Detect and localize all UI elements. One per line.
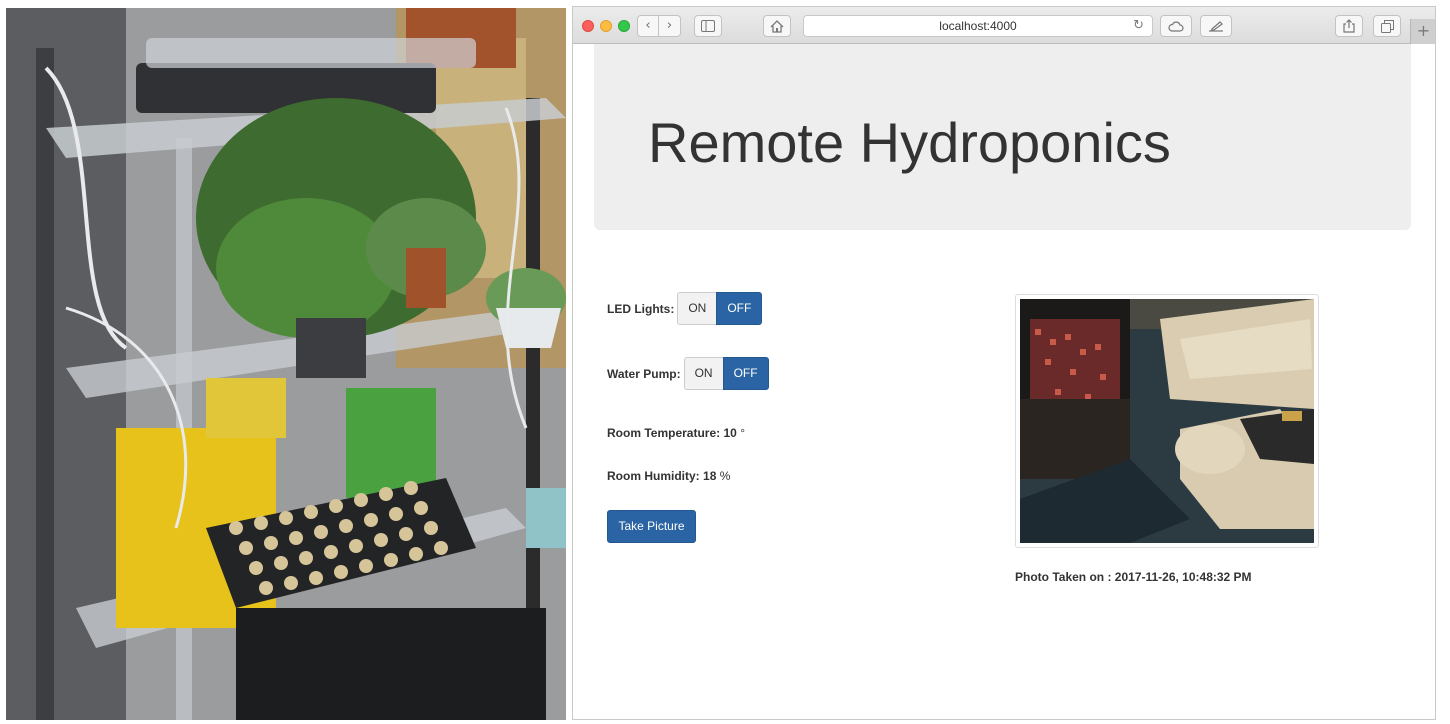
photo-taken-timestamp: Photo Taken on : 2017-11-26, 10:48:32 PM — [1015, 570, 1252, 584]
camera-snapshot — [1015, 294, 1319, 548]
back-icon[interactable]: ‹ — [637, 15, 659, 37]
photo-taken-label: Photo Taken on : — [1015, 570, 1112, 584]
led-lights-label: LED Lights: — [607, 301, 675, 316]
minimize-window-button[interactable] — [600, 20, 612, 32]
room-humidity-unit: % — [719, 469, 731, 483]
home-icon[interactable] — [763, 15, 791, 37]
edit-glyph — [1209, 21, 1223, 32]
led-lights-off-button[interactable]: OFF — [716, 292, 763, 325]
address-bar[interactable]: localhost:4000 ↻ — [803, 15, 1153, 37]
room-humidity-label: Room Humidity: — [607, 469, 700, 483]
close-window-button[interactable] — [582, 20, 594, 32]
room-humidity: Room Humidity: 18 % — [607, 469, 730, 483]
header-jumbotron: Remote Hydroponics — [594, 44, 1411, 230]
hydroponics-rack-photo — [6, 8, 566, 720]
page-title: Remote Hydroponics — [648, 111, 1171, 174]
sidebar-icon[interactable] — [694, 15, 722, 37]
led-lights-control: LED Lights: ON OFF — [607, 292, 763, 325]
take-picture-button[interactable]: Take Picture — [607, 510, 696, 543]
new-tab-icon[interactable]: + — [1410, 19, 1435, 44]
share-glyph — [1343, 19, 1355, 33]
page-content: Remote Hydroponics LED Lights: ON OFF Wa… — [573, 44, 1435, 719]
screenshot-stage: ‹ › localhost:4000 ↻ + Remote Hydroponic… — [0, 0, 1450, 724]
hydroponics-rack-illustration — [6, 8, 566, 720]
photo-taken-value: 2017-11-26, 10:48:32 PM — [1114, 570, 1252, 584]
water-pump-on-button[interactable]: ON — [683, 357, 723, 390]
camera-snapshot-image — [1020, 299, 1314, 543]
water-pump-toggle: ON OFF — [683, 357, 769, 390]
home-glyph — [770, 20, 784, 33]
sidebar-glyph — [701, 20, 715, 32]
water-pump-control: Water Pump: ON OFF — [607, 357, 769, 390]
zoom-window-button[interactable] — [618, 20, 630, 32]
water-pump-off-button[interactable]: OFF — [722, 357, 769, 390]
water-pump-label: Water Pump: — [607, 366, 681, 381]
browser-window: ‹ › localhost:4000 ↻ + Remote Hydroponic… — [572, 6, 1436, 720]
tabs-icon[interactable] — [1373, 15, 1401, 37]
browser-toolbar: ‹ › localhost:4000 ↻ + — [573, 7, 1435, 44]
cloud-glyph — [1168, 21, 1184, 32]
room-temperature-label: Room Temperature: — [607, 426, 721, 440]
reload-icon[interactable]: ↻ — [1133, 16, 1144, 36]
url-text: localhost:4000 — [939, 19, 1017, 33]
led-lights-toggle: ON OFF — [677, 292, 763, 325]
tabs-glyph — [1380, 20, 1394, 33]
share-icon[interactable] — [1335, 15, 1363, 37]
led-lights-on-button[interactable]: ON — [677, 292, 717, 325]
room-temperature: Room Temperature: 10 ° — [607, 426, 745, 440]
edit-icon[interactable] — [1200, 15, 1232, 37]
room-temperature-unit: ° — [740, 426, 745, 440]
cloud-icon[interactable] — [1160, 15, 1192, 37]
room-humidity-value: 18 — [703, 469, 717, 483]
forward-icon[interactable]: › — [659, 15, 681, 37]
room-temperature-value: 10 — [723, 426, 737, 440]
